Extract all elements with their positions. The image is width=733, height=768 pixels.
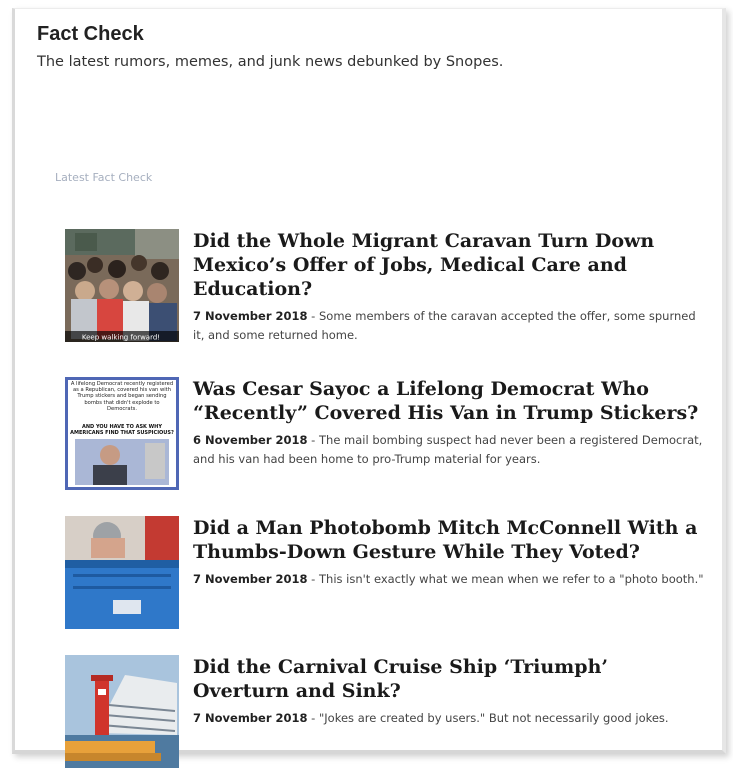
article-thumbnail[interactable] <box>65 516 179 629</box>
article-meta: 6 November 2018 - The mail bombing suspe… <box>193 431 708 469</box>
meta-separator: - <box>307 309 319 323</box>
article-date: 6 November 2018 <box>193 433 308 447</box>
meta-separator: - <box>307 433 319 447</box>
article-text: Did the Whole Migrant Caravan Turn Down … <box>193 229 708 345</box>
article-text: Did the Carnival Cruise Ship ‘Triumph’ O… <box>193 655 708 728</box>
section-subtitle: The latest rumors, memes, and junk news … <box>37 54 504 70</box>
section-header: Fact Check The latest rumors, memes, and… <box>37 23 503 70</box>
meme-caption: AND YOU HAVE TO ASK WHY AMERICANS FIND T… <box>70 424 174 436</box>
article-date: 7 November 2018 <box>193 711 308 725</box>
article-meta: 7 November 2018 - This isn't exactly wha… <box>193 570 708 589</box>
cruise-ship-photo-image <box>65 655 179 768</box>
article-summary: "Jokes are created by users." But not ne… <box>319 711 669 725</box>
article-text: Did a Man Photobomb Mitch McConnell With… <box>193 516 708 589</box>
article-thumbnail[interactable]: A lifelong Democrat recently registered … <box>65 377 179 490</box>
article-date: 7 November 2018 <box>193 309 308 323</box>
meta-separator: - <box>307 711 319 725</box>
latest-fact-check-label: Latest Fact Check <box>55 171 153 184</box>
article-meta: 7 November 2018 - Some members of the ca… <box>193 307 708 345</box>
thumbnail-caption: Keep walking forward! <box>82 334 160 342</box>
article-date: 7 November 2018 <box>193 572 308 586</box>
fact-check-widget: Fact Check The latest rumors, memes, and… <box>12 8 726 768</box>
article-headline[interactable]: Was Cesar Sayoc a Lifelong Democrat Who … <box>193 377 708 425</box>
meta-separator: - <box>307 572 319 586</box>
article-thumbnail[interactable]: Keep walking forward! <box>65 229 179 342</box>
article-headline[interactable]: Did the Whole Migrant Caravan Turn Down … <box>193 229 708 301</box>
meme-text: A lifelong Democrat recently registered … <box>70 381 174 412</box>
article-meta: 7 November 2018 - "Jokes are created by … <box>193 709 708 728</box>
article-headline[interactable]: Did the Carnival Cruise Ship ‘Triumph’ O… <box>193 655 708 703</box>
crowd-photo-image: Keep walking forward! <box>65 229 179 342</box>
section-title: Fact Check <box>37 23 144 45</box>
meme-image: A lifelong Democrat recently registered … <box>65 377 179 490</box>
article-text: Was Cesar Sayoc a Lifelong Democrat Who … <box>193 377 708 469</box>
voting-booth-photo-image <box>65 516 179 629</box>
article-summary: This isn't exactly what we mean when we … <box>319 572 704 586</box>
article-headline[interactable]: Did a Man Photobomb Mitch McConnell With… <box>193 516 708 564</box>
article-thumbnail[interactable] <box>65 655 179 768</box>
